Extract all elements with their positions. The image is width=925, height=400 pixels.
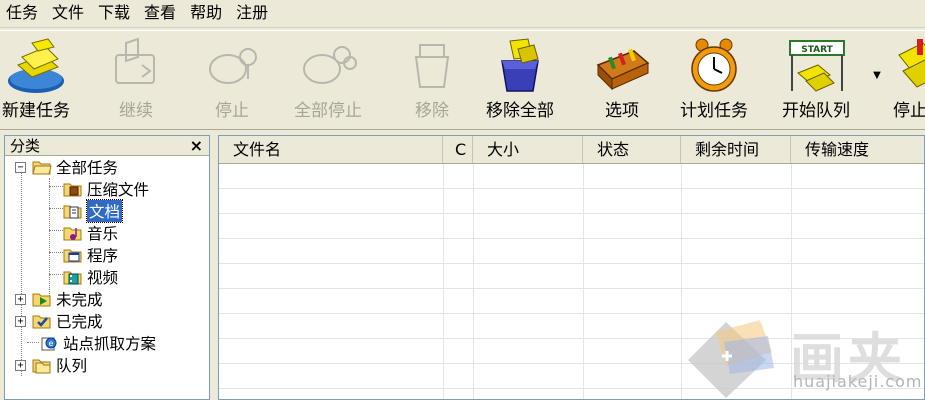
category-pane: 分类 × − 全部任务 压缩文件 文档 音乐 程序 视频 + 未完成 + 已完成…	[4, 135, 210, 400]
remove-icon	[414, 44, 450, 88]
column-time-left[interactable]: 剩余时间	[681, 136, 791, 163]
remove-button[interactable]: 移除	[400, 35, 464, 127]
stop-all-label: 全部停止	[294, 101, 362, 121]
column-speed[interactable]: 传输速度	[791, 136, 924, 163]
stop-queue-button[interactable]: 停止	[893, 35, 925, 127]
tree-label-site-grab: 站点抓取方案	[63, 335, 157, 353]
table-row	[219, 189, 924, 214]
column-filename[interactable]: 文件名	[219, 136, 443, 163]
tree-label-archives: 压缩文件	[87, 181, 150, 199]
table-row	[219, 264, 924, 289]
tree-item-queue[interactable]: + 队列	[15, 354, 87, 376]
column-c[interactable]: C	[443, 136, 473, 163]
collapse-icon[interactable]: −	[15, 161, 26, 173]
new-task-label: 新建任务	[2, 101, 70, 121]
svg-text:START: START	[801, 45, 833, 55]
tree-item-all-tasks[interactable]: − 全部任务	[15, 156, 118, 178]
expand-icon[interactable]: +	[15, 359, 26, 371]
tree-item-complete[interactable]: + 已完成	[15, 310, 103, 332]
new-task-icon	[8, 38, 64, 93]
table-row	[219, 164, 924, 189]
close-icon[interactable]: ×	[190, 136, 203, 155]
menu-bar: 任务 文件 下载 查看 帮助 注册	[0, 0, 925, 28]
tree-item-archives[interactable]: 压缩文件	[63, 178, 149, 200]
tree-item-music[interactable]: 音乐	[63, 222, 118, 244]
options-icon	[596, 48, 650, 91]
new-task-button[interactable]: 新建任务	[2, 35, 70, 127]
incomplete-folder-icon	[32, 293, 51, 307]
options-label: 选项	[605, 101, 639, 121]
tree-label-queue: 队列	[56, 357, 88, 375]
tree-item-incomplete[interactable]: + 未完成	[15, 288, 103, 310]
tree-label-music: 音乐	[87, 225, 119, 243]
menu-help[interactable]: 帮助	[184, 0, 230, 28]
folder-open-icon	[32, 161, 52, 175]
tree-label-videos: 视频	[87, 269, 119, 287]
svg-text:e: e	[49, 339, 54, 348]
remove-all-icon	[501, 38, 539, 92]
stop-button[interactable]: 停止	[200, 35, 264, 127]
table-row	[219, 239, 924, 264]
column-status[interactable]: 状态	[583, 136, 681, 163]
schedule-icon	[691, 38, 737, 92]
options-button[interactable]: 选项	[590, 35, 654, 127]
start-queue-icon: START	[789, 40, 845, 92]
queue-folder-icon	[32, 359, 51, 374]
column-size[interactable]: 大小	[473, 136, 583, 163]
tree-label-programs: 程序	[87, 247, 119, 265]
tree-item-documents[interactable]: 文档	[63, 199, 124, 223]
watermark-url: huajiakeji.com	[793, 372, 923, 391]
stop-queue-label: 停止	[893, 101, 925, 121]
stop-all-button[interactable]: 全部停止	[294, 35, 362, 127]
menu-view[interactable]: 查看	[138, 0, 184, 28]
expand-icon[interactable]: +	[15, 315, 26, 327]
stop-label: 停止	[215, 101, 249, 121]
tree-item-videos[interactable]: 视频	[63, 266, 118, 288]
music-icon	[63, 227, 82, 241]
tree-label-documents: 文档	[85, 199, 124, 223]
stop-queue-icon	[898, 39, 925, 88]
menu-task[interactable]: 任务	[0, 0, 46, 28]
category-pane-header: 分类 ×	[5, 136, 209, 156]
stop-all-icon	[303, 46, 357, 84]
site-grab-icon: e	[41, 337, 57, 351]
toolbar: 新建任务 继续 停止 全部停止 移除 移除全部 选项 计划任务 START 开始…	[0, 30, 925, 130]
start-queue-dropdown-icon[interactable]: ▼	[872, 71, 882, 81]
category-pane-title: 分类	[10, 137, 41, 155]
stop-icon	[209, 48, 257, 84]
complete-folder-icon	[32, 315, 51, 329]
tree-item-programs[interactable]: 程序	[63, 244, 118, 266]
expand-icon[interactable]: +	[15, 293, 26, 305]
resume-label: 继续	[119, 101, 153, 121]
document-icon	[63, 205, 82, 219]
table-row	[219, 289, 924, 314]
table-row	[219, 214, 924, 239]
tree-item-site-grab[interactable]: e 站点抓取方案	[39, 332, 156, 354]
tree-label-incomplete: 未完成	[56, 291, 103, 309]
program-icon	[63, 249, 82, 263]
archive-icon	[63, 183, 82, 197]
list-header: 文件名 C 大小 状态 剩余时间 传输速度	[219, 136, 924, 164]
schedule-button[interactable]: 计划任务	[680, 35, 748, 127]
menu-file[interactable]: 文件	[46, 0, 92, 28]
start-queue-button[interactable]: START 开始队列	[782, 35, 850, 127]
schedule-label: 计划任务	[680, 101, 748, 121]
video-icon	[63, 271, 82, 285]
resume-icon	[115, 37, 155, 84]
remove-label: 移除	[415, 101, 449, 121]
menu-download[interactable]: 下载	[92, 0, 138, 28]
start-queue-label: 开始队列	[782, 101, 850, 121]
resume-button[interactable]: 继续	[104, 35, 168, 127]
menu-register[interactable]: 注册	[230, 0, 276, 28]
remove-all-button[interactable]: 移除全部	[486, 35, 554, 127]
tree-label-complete: 已完成	[56, 313, 103, 331]
remove-all-label: 移除全部	[486, 101, 554, 121]
tree-label-all-tasks: 全部任务	[56, 159, 119, 177]
